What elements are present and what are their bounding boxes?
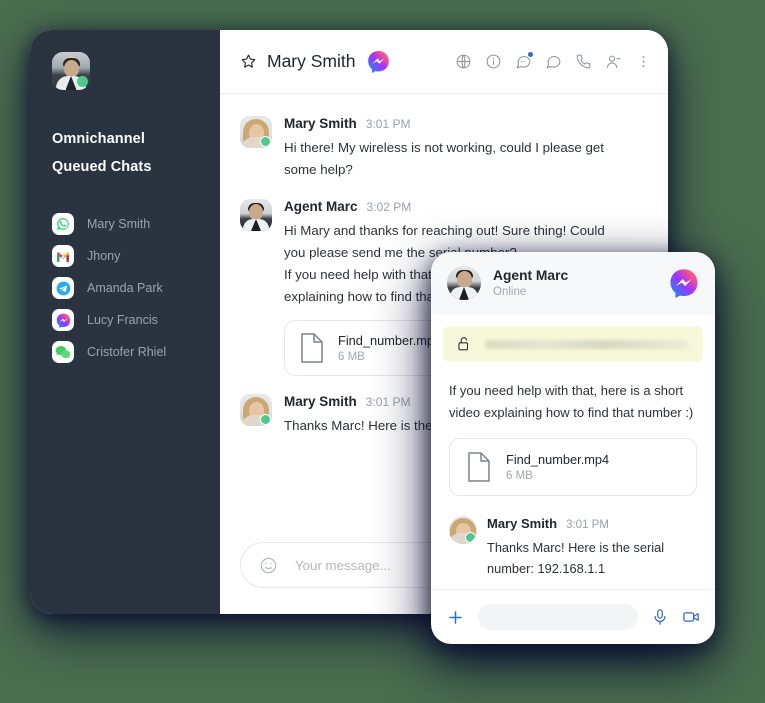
messenger-icon <box>52 309 74 331</box>
widget-identity: Agent Marc Online <box>493 268 568 298</box>
sidebar-item-label: Jhony <box>87 249 121 263</box>
message-body: Mary Smith 3:01 PM Thanks Marc! Here is … <box>487 516 697 579</box>
file-name: Find_number.mp4 <box>506 452 610 467</box>
chat-header: Mary Smith <box>220 30 668 94</box>
widget-message-input[interactable] <box>478 604 638 630</box>
widget-agent-name: Agent Marc <box>493 268 569 283</box>
online-status-dot <box>260 136 271 147</box>
sidebar: Omnichannel Queued Chats Mary Smith Jhon… <box>30 30 220 614</box>
privacy-notice-bar <box>443 326 703 362</box>
sidebar-item-amanda-park[interactable]: Amanda Park <box>52 272 217 304</box>
sidebar-item-label: Mary Smith <box>87 217 151 231</box>
mary-avatar <box>240 116 272 148</box>
redacted-notice-text <box>485 339 689 349</box>
header-actions <box>455 52 652 70</box>
phone-icon[interactable] <box>575 53 592 70</box>
page-title: Mary Smith <box>267 51 356 71</box>
emoji-icon[interactable] <box>259 556 278 575</box>
message-meta: Mary Smith 3:01 PM <box>487 516 697 531</box>
telegram-icon <box>52 277 74 299</box>
sidebar-item-label: Lucy Francis <box>87 313 158 327</box>
message-meta: Agent Marc 3:02 PM <box>284 199 648 214</box>
widget-message-list: If you need help with that, here is a sh… <box>431 362 715 589</box>
message-timestamp: 3:01 PM <box>365 395 411 409</box>
message-text: Thanks Marc! Here is the serial number: … <box>487 540 665 576</box>
queued-chat-list: Mary Smith Jhony Amanda Park Lucy Franci… <box>52 208 217 368</box>
message-author: Mary Smith <box>284 116 357 131</box>
notification-badge <box>528 52 533 57</box>
file-info: Find_number.mp4 6 MB <box>338 333 441 363</box>
file-name: Find_number.mp4 <box>338 333 442 348</box>
info-icon[interactable] <box>485 53 502 70</box>
message-author: Mary Smith <box>284 394 357 409</box>
wechat-icon <box>52 341 74 363</box>
file-icon <box>299 332 325 364</box>
messenger-icon <box>367 50 390 73</box>
more-options-icon[interactable] <box>635 53 652 70</box>
widget-composer <box>431 589 715 644</box>
message-body: Mary Smith 3:01 PM Hi there! My wireless… <box>284 116 648 181</box>
file-info: Find_number.mp4 6 MB <box>506 452 609 482</box>
sidebar-item-label: Amanda Park <box>87 281 163 295</box>
gmail-icon <box>52 245 74 267</box>
star-icon[interactable] <box>240 53 257 70</box>
status-badge: Online <box>493 286 527 298</box>
sidebar-item-mary-smith[interactable]: Mary Smith <box>52 208 217 240</box>
sidebar-item-lucy-francis[interactable]: Lucy Francis <box>52 304 217 336</box>
globe-icon[interactable] <box>455 53 472 70</box>
mary-avatar <box>240 394 272 426</box>
sidebar-title: Omnichannel Queued Chats <box>52 131 152 175</box>
message-text: Hi there! My wireless is not working, co… <box>284 140 605 177</box>
online-status-dot <box>465 532 476 543</box>
message-timestamp: 3:02 PM <box>366 200 412 214</box>
message-author: Mary Smith <box>487 516 558 531</box>
mary-avatar <box>449 516 477 544</box>
file-size: 6 MB <box>338 351 365 363</box>
avatar-head <box>64 59 79 77</box>
file-size: 6 MB <box>506 470 533 482</box>
message-item: Mary Smith 3:01 PM Hi there! My wireless… <box>240 116 648 181</box>
chat-icon[interactable] <box>545 53 562 70</box>
message-author: Agent Marc <box>284 199 358 214</box>
file-attachment[interactable]: Find_number.mp4 6 MB <box>449 438 697 496</box>
contact-icon[interactable] <box>605 53 622 70</box>
video-camera-icon[interactable] <box>682 608 700 626</box>
messenger-widget-overlay: Agent Marc Online If you need help with … <box>431 252 715 644</box>
marc-avatar <box>447 266 481 300</box>
message-timestamp: 3:01 PM <box>365 117 411 131</box>
message-item: Mary Smith 3:01 PM Thanks Marc! Here is … <box>449 516 697 579</box>
chat-add-icon[interactable] <box>515 52 533 70</box>
widget-message-text: If you need help with that, here is a sh… <box>449 383 694 420</box>
online-status-dot <box>260 414 271 425</box>
message-meta: Mary Smith 3:01 PM <box>284 116 648 131</box>
marc-avatar <box>240 199 272 231</box>
agent-avatar[interactable] <box>52 52 90 90</box>
unlock-icon <box>457 336 471 352</box>
whatsapp-icon <box>52 213 74 235</box>
file-icon <box>466 451 492 483</box>
widget-header: Agent Marc Online <box>431 252 715 314</box>
sidebar-item-cristofer-rhiel[interactable]: Cristofer Rhiel <box>52 336 217 368</box>
messenger-icon <box>669 268 699 298</box>
plus-icon[interactable] <box>446 608 465 627</box>
sidebar-item-label: Cristofer Rhiel <box>87 345 167 359</box>
microphone-icon[interactable] <box>651 608 669 626</box>
sidebar-item-jhony[interactable]: Jhony <box>52 240 217 272</box>
avatar-head <box>456 271 472 289</box>
online-status-dot <box>77 76 88 87</box>
message-timestamp: 3:01 PM <box>566 519 609 531</box>
